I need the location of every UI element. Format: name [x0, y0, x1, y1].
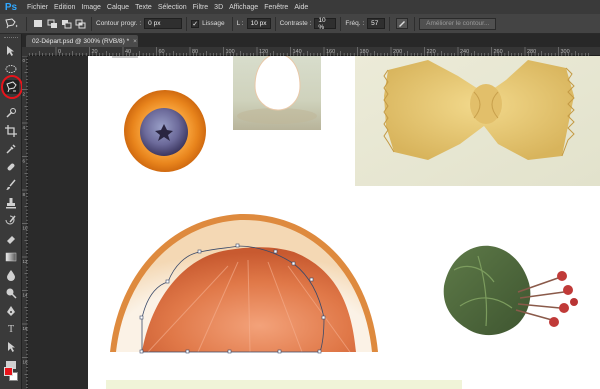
path-select-tool-icon[interactable] — [3, 340, 19, 354]
egg-cutout-image — [233, 56, 321, 130]
frequency-input[interactable]: 57 — [367, 18, 386, 29]
separator — [186, 16, 188, 31]
type-tool-icon[interactable]: T — [3, 322, 19, 336]
quick-select-tool-icon[interactable] — [3, 106, 19, 120]
horizontal-ruler-ticks: 0 20 40 60 80 100 120 140 160 180 200 220 240 260 280 3… — [28, 47, 589, 56]
ruler-label: 20 — [92, 49, 98, 55]
eraser-tool-icon[interactable] — [3, 232, 19, 246]
smooth-label: Lissage — [202, 20, 225, 27]
foreground-color-swatch[interactable] — [4, 367, 13, 376]
ruler-label: 4 — [23, 125, 26, 130]
document-tab[interactable]: 02-Départ.psd @ 300% (RVB/8) * × — [26, 35, 138, 47]
horizontal-ruler[interactable]: 0 20 40 60 80 100 120 140 160 180 200 220 240 260 280 3… — [28, 47, 600, 56]
gradient-tool-icon[interactable] — [3, 250, 19, 264]
feather-input[interactable]: 0 px — [144, 18, 183, 29]
ruler-label: 140 — [293, 49, 302, 55]
history-brush-tool-icon[interactable] — [3, 214, 19, 228]
canvas-artwork — [106, 56, 600, 389]
tool-preset-picker[interactable] — [0, 17, 22, 30]
document-tab-bar: 02-Départ.psd @ 300% (RVB/8) * × — [22, 34, 600, 47]
pasta-bowtie-image — [355, 56, 600, 186]
width-input[interactable]: 10 px — [246, 18, 271, 29]
menu-texte[interactable]: Texte — [135, 4, 152, 11]
feather-label: Contour progr. : — [96, 20, 142, 27]
magnetic-lasso-icon — [5, 18, 18, 29]
separator — [231, 16, 233, 31]
menu-selection[interactable]: Sélection — [158, 4, 187, 11]
menu-bar: Ps Fichier Edition Image Calque Texte Sé… — [0, 0, 600, 14]
ruler-label: 120 — [259, 49, 268, 55]
menu-aide[interactable]: Aide — [294, 4, 308, 11]
add-to-selection-icon[interactable] — [45, 17, 59, 30]
ruler-label: 6 — [23, 159, 26, 164]
frequency-label: Fréq. : — [345, 20, 365, 27]
ruler-label: 80 — [192, 49, 198, 55]
tools-panel: T — [0, 34, 23, 389]
menu-calque[interactable]: Calque — [107, 4, 129, 11]
menu-affichage[interactable]: Affichage — [229, 4, 258, 11]
tablet-pressure-icon[interactable] — [394, 17, 410, 30]
ruler-label: 180 — [360, 49, 369, 55]
width-label: L : — [236, 20, 244, 27]
close-tab-icon[interactable]: × — [133, 38, 137, 45]
ruler-label: 60 — [159, 49, 165, 55]
ruler-label: 100 — [226, 49, 235, 55]
refine-edge-button[interactable]: Améliorer le contour... — [419, 17, 497, 30]
eyedropper-tool-icon[interactable] — [3, 142, 19, 156]
grapefruit-half-image — [110, 213, 378, 354]
separator — [340, 16, 342, 31]
canvas-area[interactable] — [28, 56, 600, 389]
menu-filtre[interactable]: Filtre — [193, 4, 209, 11]
menu-image[interactable]: Image — [81, 4, 100, 11]
ruler-label: 200 — [393, 49, 402, 55]
panel-grip[interactable] — [4, 37, 18, 39]
ruler-label: 2 — [23, 92, 26, 97]
move-tool-icon[interactable] — [3, 44, 19, 58]
image-fragment — [112, 56, 138, 58]
separator — [26, 16, 27, 31]
smooth-checkbox[interactable]: ✓ — [191, 19, 200, 28]
document-canvas[interactable] — [88, 56, 600, 389]
ruler-label: 300 — [561, 49, 570, 55]
photoshop-logo: Ps — [4, 1, 18, 13]
document-tab-title: 02-Départ.psd @ 300% (RVB/8) * — [32, 37, 130, 45]
clone-stamp-tool-icon[interactable] — [3, 196, 19, 210]
menu-fenetre[interactable]: Fenêtre — [264, 4, 288, 11]
ruler-label: 260 — [494, 49, 503, 55]
ruler-label: 160 — [326, 49, 335, 55]
image-fragment-yellow — [106, 380, 462, 389]
ruler-label: 40 — [125, 49, 131, 55]
dodge-tool-icon[interactable] — [3, 286, 19, 300]
ruler-label: 280 — [527, 49, 536, 55]
contrast-input[interactable]: 10 % — [314, 17, 337, 31]
crop-tool-icon[interactable] — [3, 124, 19, 138]
ruler-label: 220 — [427, 49, 436, 55]
separator — [414, 16, 416, 31]
radish-bunch-image — [443, 245, 578, 336]
ruler-label: 0 — [58, 49, 61, 55]
contrast-label: Contraste : — [279, 20, 312, 27]
menu-edition[interactable]: Edition — [54, 4, 75, 11]
menu-fichier[interactable]: Fichier — [27, 4, 48, 11]
blur-tool-icon[interactable] — [3, 268, 19, 282]
separator — [274, 16, 276, 31]
separator — [389, 16, 391, 31]
pen-tool-icon[interactable] — [3, 304, 19, 318]
menu-3d[interactable]: 3D — [214, 4, 223, 11]
healing-tool-icon[interactable] — [3, 160, 19, 174]
brush-tool-icon[interactable] — [3, 178, 19, 192]
ruler-label: 0 — [23, 58, 26, 63]
orange-slice-with-berry-image — [124, 90, 206, 172]
intersect-selection-icon[interactable] — [73, 17, 87, 30]
separator — [91, 16, 92, 31]
options-bar: Contour progr. : 0 px ✓ Lissage L : 10 p… — [0, 14, 600, 34]
ruler-label: 240 — [460, 49, 469, 55]
subtract-from-selection-icon[interactable] — [59, 17, 73, 30]
new-selection-icon[interactable] — [31, 17, 45, 30]
ruler-label: 8 — [23, 192, 26, 197]
